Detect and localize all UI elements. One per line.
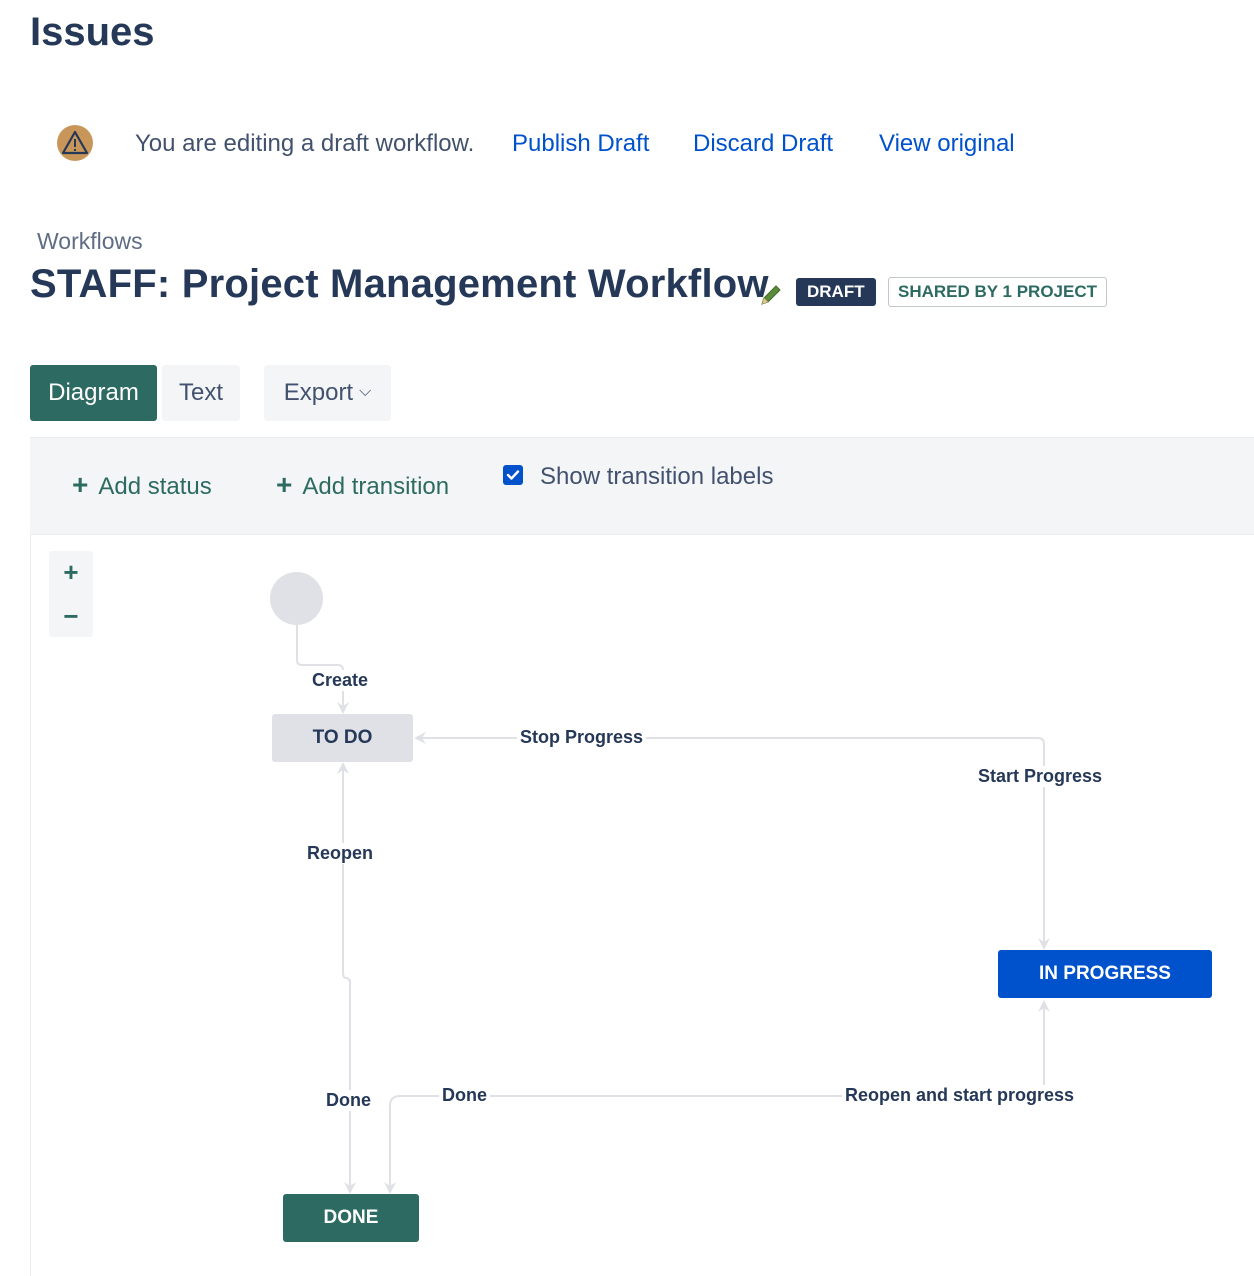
transition-label-done[interactable]: Done [323, 1090, 374, 1111]
status-done[interactable]: DONE [283, 1194, 419, 1242]
transition-reopen-start-line [1037, 1000, 1050, 1097]
transition-reopen-line [337, 762, 351, 1190]
transition-done-from-progress-line [384, 1095, 1038, 1194]
status-in-progress[interactable]: IN PROGRESS [998, 950, 1212, 998]
transition-label-reopen[interactable]: Reopen [304, 843, 377, 864]
status-to-do[interactable]: TO DO [272, 714, 413, 762]
transition-label-stop-progress[interactable]: Stop Progress [517, 727, 647, 748]
transition-label-reopen-and-start-progress[interactable]: Reopen and start progress [842, 1085, 1078, 1106]
transition-label-start-progress[interactable]: Start Progress [975, 766, 1106, 787]
transition-label-done-from-progress[interactable]: Done [439, 1085, 490, 1106]
initial-node[interactable] [270, 572, 323, 625]
transition-label-create[interactable]: Create [309, 670, 372, 691]
transition-create-line [296, 625, 349, 714]
